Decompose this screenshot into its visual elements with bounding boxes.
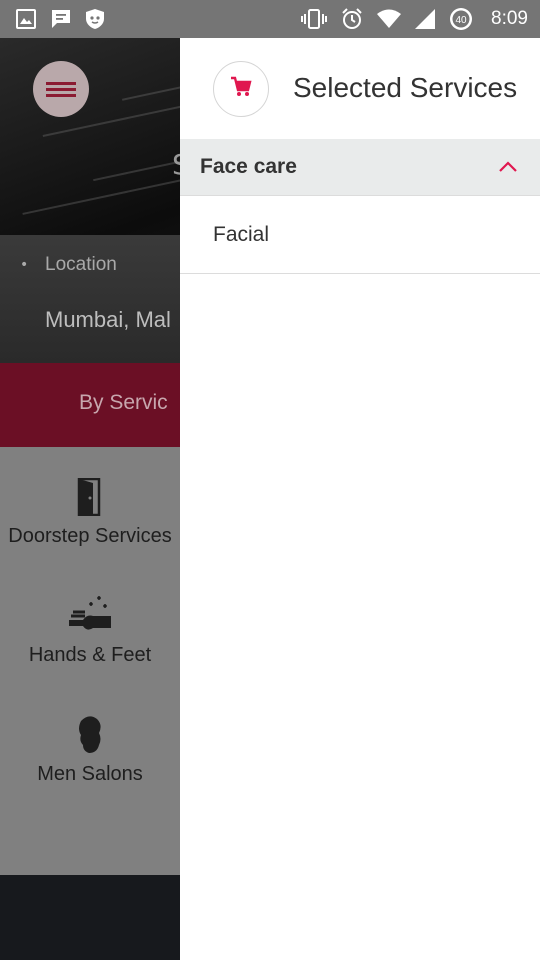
selected-services-drawer: Selected Services Face care Facial (180, 38, 540, 960)
clock-time: 8:09 (491, 8, 528, 29)
cart-icon (230, 76, 252, 102)
section-header-face-care[interactable]: Face care (180, 139, 540, 196)
cart-button[interactable] (213, 61, 269, 117)
signal-icon (415, 9, 436, 29)
category-label: Hands & Feet (28, 644, 152, 666)
message-icon (50, 9, 72, 29)
wifi-icon (377, 9, 402, 29)
category-hands-feet[interactable]: Hands & Feet (0, 594, 180, 667)
location-value[interactable]: Mumbai, Mal (45, 307, 171, 333)
category-label: Doorstep Services (8, 525, 172, 547)
alarm-icon (341, 8, 363, 30)
category-label: Men Salons (37, 763, 143, 785)
drawer-title: Selected Services (293, 72, 518, 103)
category-doorstep-services[interactable]: Doorstep Services (0, 475, 180, 548)
shield-face-icon (86, 9, 104, 29)
svg-text:40: 40 (455, 15, 467, 26)
hands-icon (0, 594, 180, 638)
by-service-label: By Servic (79, 391, 168, 414)
section-title: Face care (200, 155, 297, 178)
bullet-icon: • (20, 257, 29, 273)
service-item[interactable]: Facial (180, 196, 540, 274)
menu-button[interactable] (33, 61, 89, 117)
location-label: Location (45, 254, 117, 275)
image-icon (16, 9, 36, 29)
status-bar: 40 8:09 (0, 0, 540, 38)
battery-icon: 40 (449, 7, 473, 31)
drawer-header: Selected Services (180, 38, 540, 139)
men-head-icon (0, 713, 180, 757)
hamburger-icon (46, 79, 76, 100)
category-men-salons[interactable]: Men Salons (0, 713, 180, 786)
chevron-up-icon[interactable] (498, 158, 518, 177)
door-icon (0, 475, 180, 519)
vibrate-icon (301, 9, 328, 29)
